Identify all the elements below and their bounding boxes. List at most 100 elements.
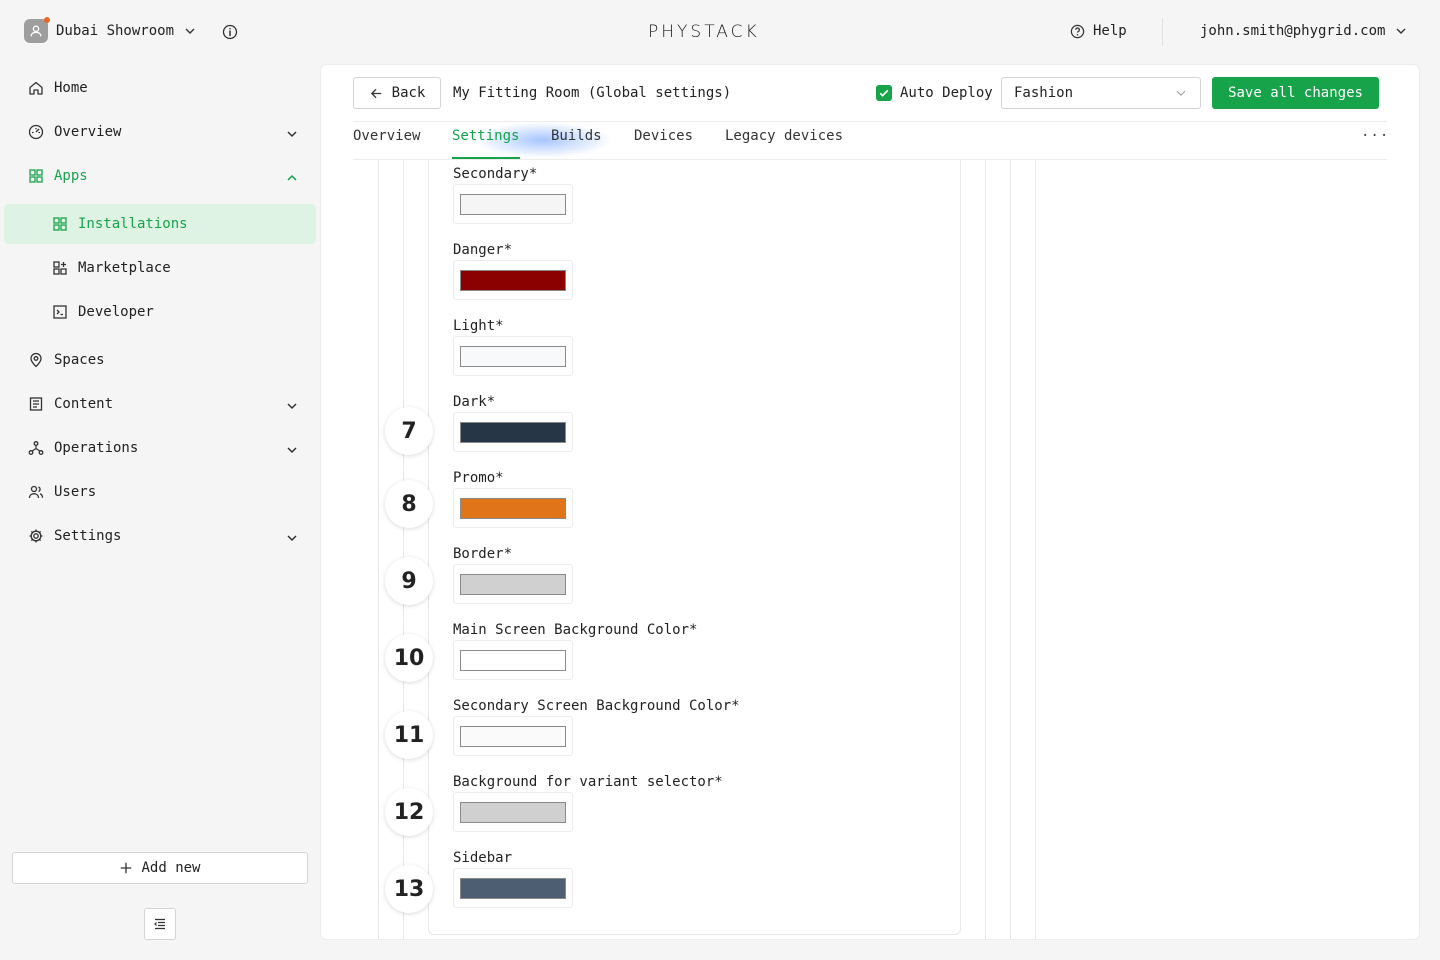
chevron-down-icon (287, 403, 297, 410)
org-name: Dubai Showroom (56, 23, 175, 39)
color-field-variant-selector-bg: Background for variant selector* (453, 774, 723, 832)
sidebar-item-label: Developer (78, 304, 154, 320)
chevron-down-icon (287, 447, 297, 454)
chevron-down-icon (1176, 90, 1186, 96)
network-icon (28, 441, 44, 455)
color-field-secondary: Secondary* (453, 166, 573, 224)
users-icon (28, 485, 44, 499)
top-bar: Dubai Showroom PHYSTACK Help john.smith@… (0, 0, 1440, 64)
arrow-left-icon (370, 88, 381, 98)
column-divider (1010, 160, 1011, 939)
color-picker[interactable] (453, 792, 573, 832)
help-circle-icon (1070, 24, 1085, 38)
category-select[interactable]: Fashion (1001, 77, 1201, 109)
sidebar-item-users[interactable]: Users (28, 484, 300, 500)
color-picker[interactable] (453, 260, 573, 300)
color-swatch[interactable] (460, 194, 566, 215)
tab-settings[interactable]: Settings (452, 128, 519, 144)
checkbox-checked[interactable] (876, 85, 892, 101)
color-swatch[interactable] (460, 650, 566, 671)
org-switcher[interactable]: Dubai Showroom (24, 17, 198, 43)
step-badge: 11 (385, 711, 433, 759)
field-label: Border* (453, 546, 513, 562)
collapse-sidebar-button[interactable] (144, 908, 176, 940)
more-options-icon[interactable]: ··· (1361, 128, 1389, 144)
sidebar-item-label: Settings (54, 528, 122, 544)
field-label: Sidebar (453, 850, 513, 866)
sidebar-item-operations[interactable]: Operations (28, 440, 300, 456)
sidebar-item-home[interactable]: Home (28, 80, 300, 96)
color-swatch[interactable] (460, 878, 566, 899)
field-label: Promo* (453, 470, 504, 486)
gear-icon (29, 529, 43, 543)
sidebar-item-label: Spaces (54, 352, 105, 368)
user-menu[interactable]: john.smith@phygrid.com (1200, 23, 1409, 39)
save-all-changes-button[interactable]: Save all changes (1212, 77, 1379, 109)
add-new-button[interactable]: Add new (12, 852, 308, 884)
apps-icon (29, 169, 43, 183)
sidebar: Home Overview Apps Installations Marketp… (0, 64, 320, 960)
settings-content[interactable]: Secondary* Danger* Light* Dark* Promo* B… (353, 160, 1387, 939)
tree-guide-line (378, 160, 379, 939)
chevron-up-icon (287, 174, 297, 181)
sidebar-item-label: Users (54, 484, 97, 500)
color-picker[interactable] (453, 336, 573, 376)
tab-builds[interactable]: Builds (551, 128, 602, 144)
back-button[interactable]: Back (353, 77, 441, 109)
field-label: Danger* (453, 242, 513, 258)
sidebar-item-developer[interactable]: Developer (52, 304, 154, 320)
sidebar-item-installations[interactable]: Installations (52, 216, 188, 232)
sidebar-item-settings[interactable]: Settings (28, 528, 300, 544)
sidebar-item-label: Content (54, 396, 114, 412)
color-picker[interactable] (453, 640, 573, 680)
color-swatch[interactable] (460, 422, 566, 443)
color-swatch[interactable] (460, 726, 566, 747)
field-label: Secondary Screen Background Color* (453, 698, 740, 714)
sidebar-item-label: Apps (54, 168, 88, 184)
auto-deploy-checkbox[interactable]: Auto Deploy (876, 85, 993, 101)
step-badge: 9 (385, 557, 433, 605)
color-swatch[interactable] (460, 498, 566, 519)
collapse-menu-icon (154, 918, 165, 930)
color-swatch[interactable] (460, 270, 566, 291)
chevron-down-icon (185, 28, 195, 34)
color-swatch[interactable] (460, 346, 566, 367)
check-icon (879, 89, 889, 97)
tab-devices[interactable]: Devices (634, 128, 693, 144)
color-picker[interactable] (453, 184, 573, 224)
color-field-dark: Dark* (453, 394, 573, 452)
color-picker[interactable] (453, 412, 573, 452)
sidebar-item-overview[interactable]: Overview (28, 124, 300, 140)
column-divider (1035, 160, 1036, 939)
sidebar-item-marketplace[interactable]: Marketplace (52, 260, 171, 276)
tab-bar: Overview Settings Builds Devices Legacy … (353, 122, 1387, 160)
field-label: Main Screen Background Color* (453, 622, 698, 638)
color-field-main-screen-bg: Main Screen Background Color* (453, 622, 698, 680)
sidebar-item-apps[interactable]: Apps (28, 168, 300, 184)
tab-legacy-devices[interactable]: Legacy devices (725, 128, 843, 144)
step-badge: 13 (385, 865, 433, 913)
help-link[interactable]: Help (1070, 23, 1127, 39)
step-badge: 7 (385, 407, 433, 455)
color-picker[interactable] (453, 716, 573, 756)
sidebar-item-label: Home (54, 80, 88, 96)
color-swatch[interactable] (460, 802, 566, 823)
color-picker[interactable] (453, 868, 573, 908)
terminal-icon (53, 305, 67, 319)
location-pin-icon (30, 352, 42, 368)
sidebar-item-spaces[interactable]: Spaces (28, 352, 300, 368)
color-swatch[interactable] (460, 574, 566, 595)
tab-overview[interactable]: Overview (353, 128, 420, 144)
org-avatar (24, 17, 50, 43)
info-icon[interactable] (222, 24, 238, 40)
sidebar-item-content[interactable]: Content (28, 396, 300, 412)
marketplace-icon (53, 261, 67, 275)
sidebar-item-label: Installations (78, 216, 188, 232)
step-badge: 12 (385, 788, 433, 836)
auto-deploy-label: Auto Deploy (900, 85, 993, 101)
color-picker[interactable] (453, 564, 573, 604)
main-panel: Back My Fitting Room (Global settings) A… (321, 65, 1419, 939)
color-picker[interactable] (453, 488, 573, 528)
help-label: Help (1093, 23, 1127, 39)
field-label: Background for variant selector* (453, 774, 723, 790)
